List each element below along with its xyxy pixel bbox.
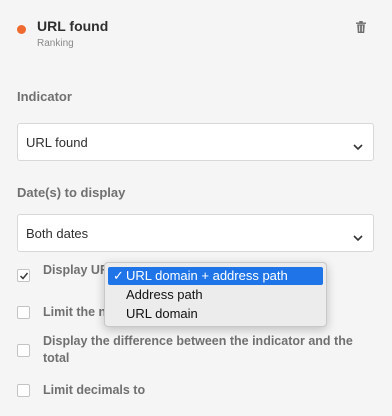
limit-checkbox[interactable]: [17, 306, 30, 319]
indicator-select[interactable]: URL found: [17, 123, 374, 161]
display-url-label: Display UR: [43, 263, 109, 277]
url-display-dropdown-menu: ✓ URL domain + address path Address path…: [104, 262, 327, 327]
difference-checkbox[interactable]: [17, 344, 30, 357]
decimals-label: Limit decimals to: [43, 383, 146, 397]
indicator-subtitle: Ranking: [37, 38, 74, 49]
dropdown-option-address-path[interactable]: Address path: [108, 286, 323, 304]
indicator-title: URL found: [37, 18, 109, 34]
indicator-select-value: URL found: [26, 135, 88, 150]
display-url-checkbox[interactable]: [17, 269, 30, 282]
limit-label: Limit the n: [43, 305, 107, 319]
dropdown-option-url-domain[interactable]: URL domain: [108, 305, 323, 323]
decimals-checkbox[interactable]: [17, 384, 30, 397]
dates-select[interactable]: Both dates: [17, 214, 374, 252]
difference-label: Display the difference between the indic…: [43, 334, 353, 365]
checkmark-icon: ✓: [113, 268, 124, 283]
chevron-down-icon: [353, 138, 363, 151]
trash-icon[interactable]: [356, 20, 366, 33]
dates-select-value: Both dates: [26, 226, 89, 241]
dropdown-option-url-domain-path[interactable]: ✓ URL domain + address path: [108, 267, 323, 285]
status-dot: [17, 25, 26, 34]
indicator-header: URL found Ranking: [0, 0, 392, 60]
dates-label: Date(s) to display: [17, 185, 126, 200]
chevron-down-icon: [353, 229, 363, 242]
indicator-label: Indicator: [17, 89, 72, 104]
